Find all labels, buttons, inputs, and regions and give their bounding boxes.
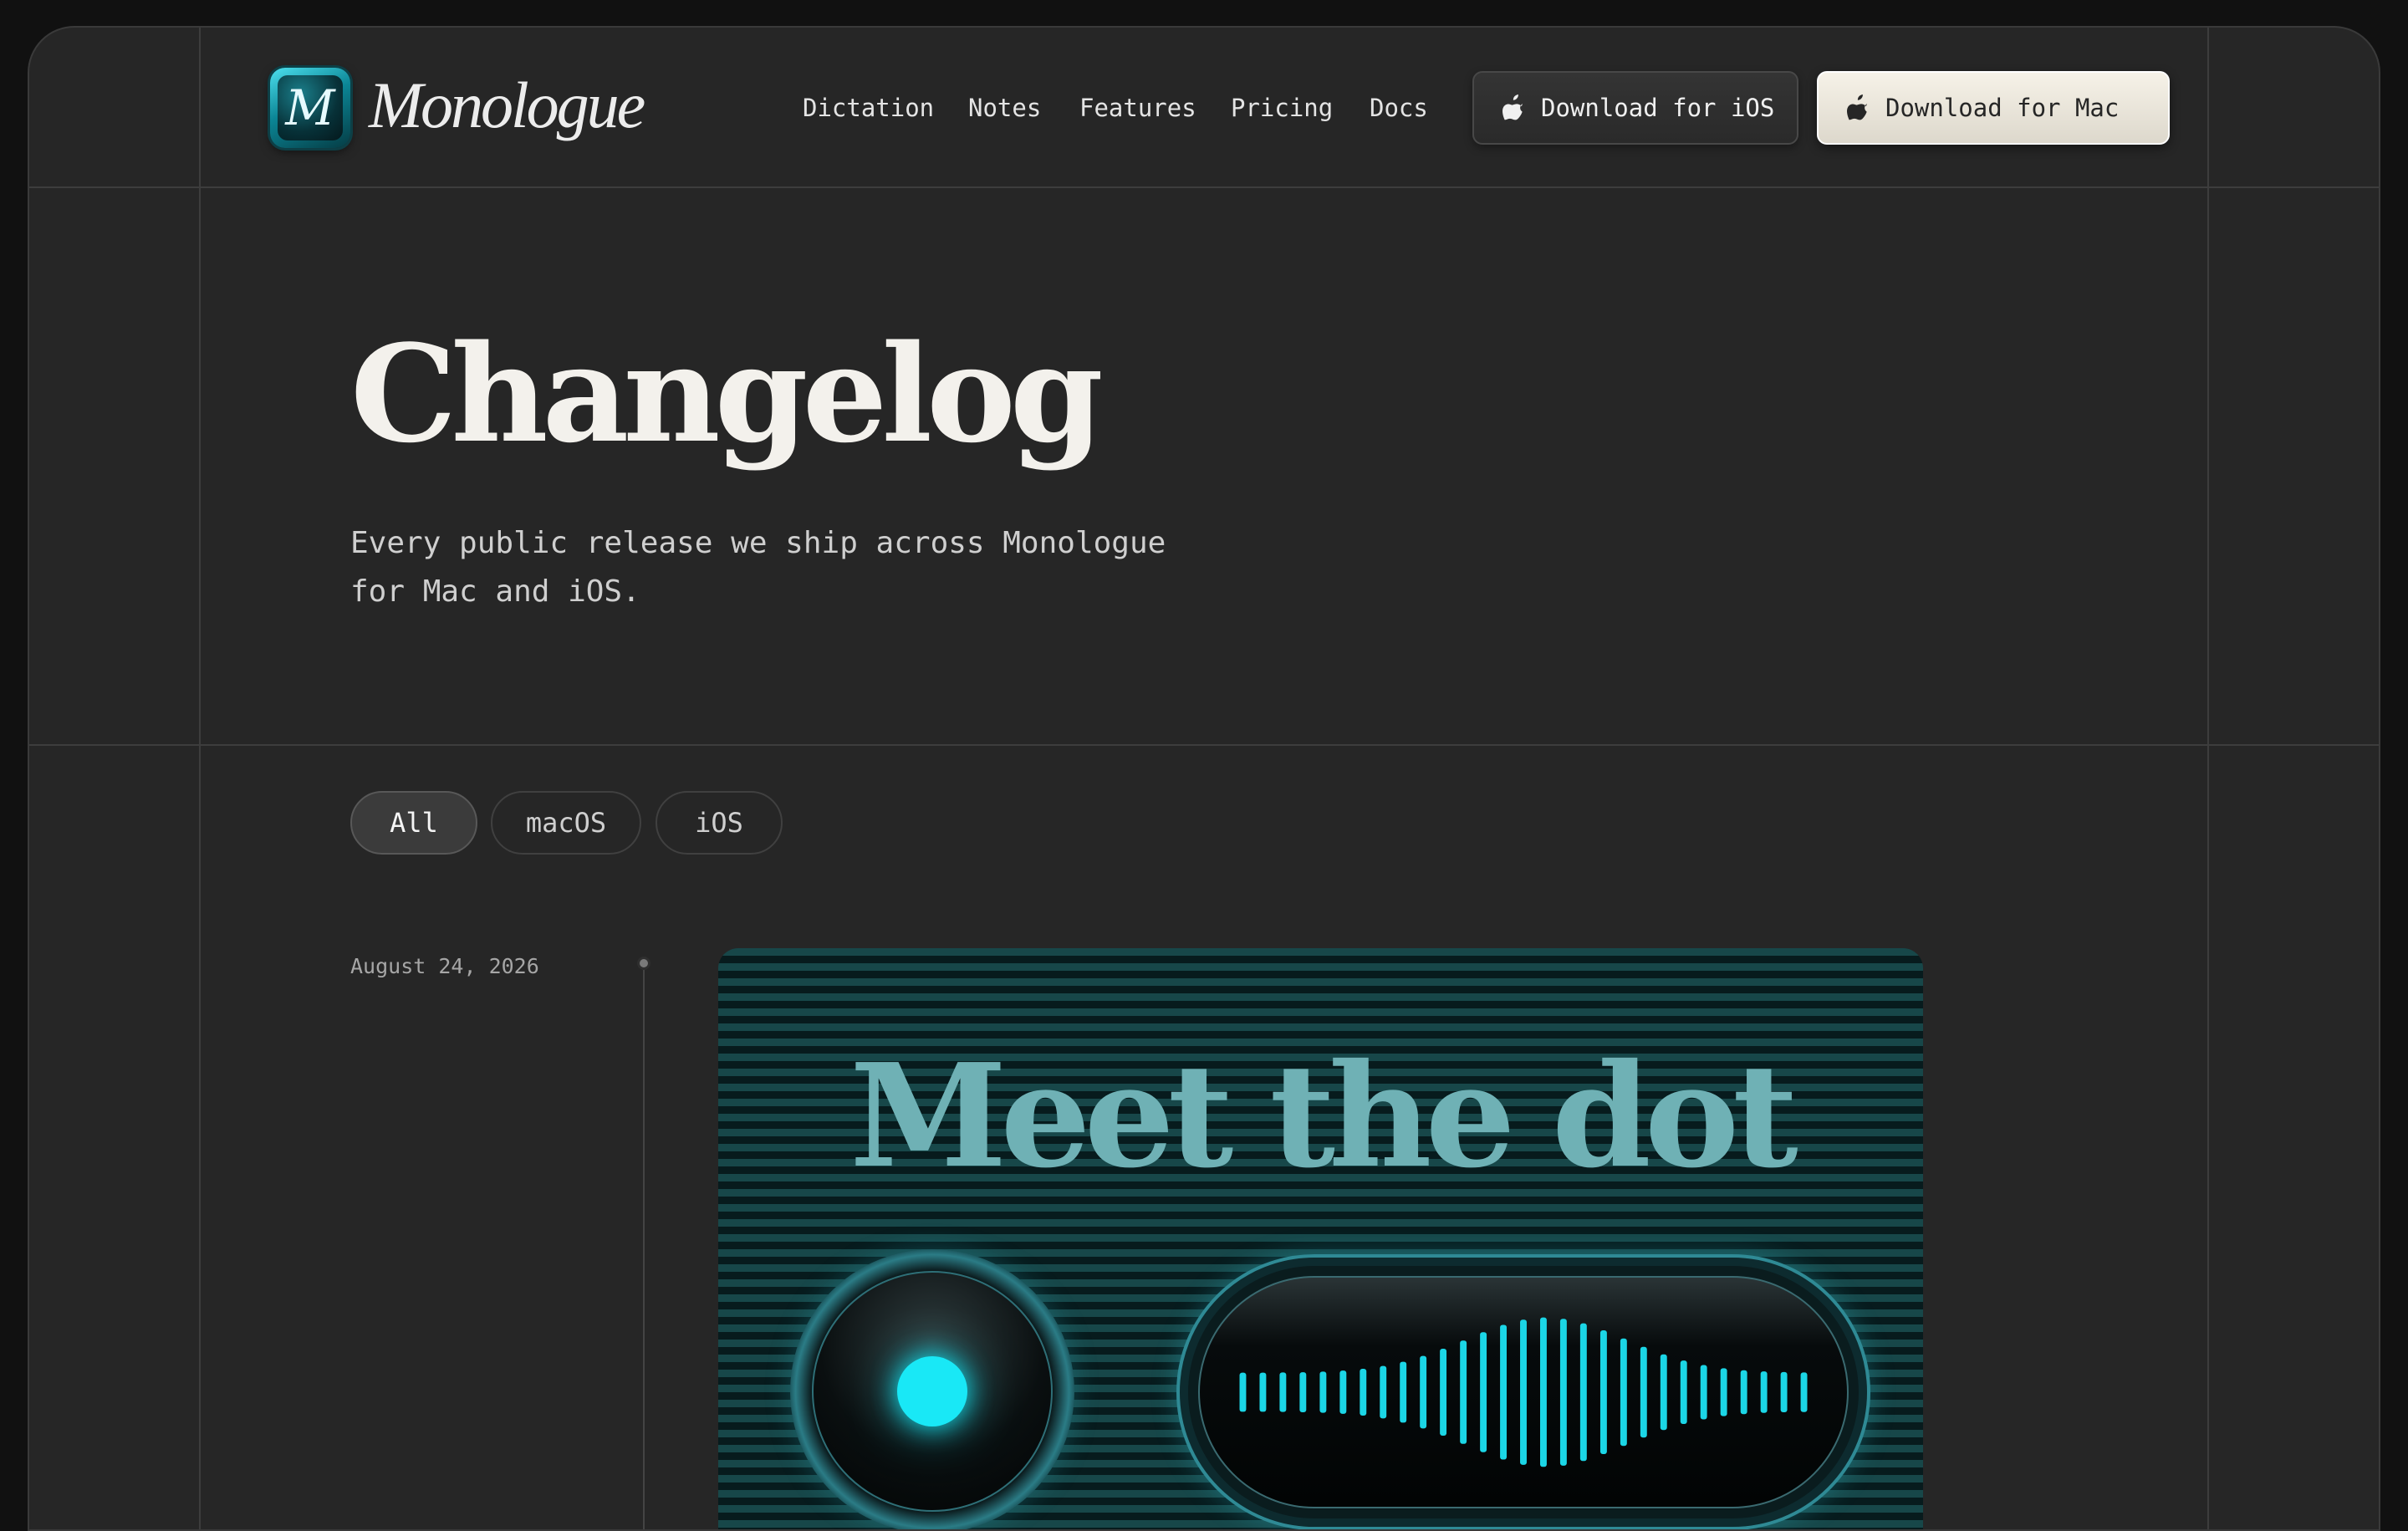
waveform-bar — [1800, 1372, 1808, 1412]
waveform-bar — [1620, 1338, 1627, 1447]
download-ios-label: Download for iOS — [1541, 94, 1775, 122]
download-ios-button[interactable]: Download for iOS — [1472, 71, 1798, 145]
waveform-bar — [1539, 1317, 1547, 1467]
waveform-bar — [1720, 1368, 1727, 1416]
brand-name[interactable]: Monologue — [369, 69, 645, 141]
waveform-bar — [1400, 1361, 1407, 1423]
waveform-bar — [1279, 1372, 1287, 1412]
record-dot-graphic — [790, 1249, 1074, 1529]
hero-divider — [29, 744, 2379, 746]
waveform-bar — [1599, 1329, 1607, 1455]
dot-icon — [897, 1356, 967, 1426]
waveform-bar — [1299, 1372, 1307, 1412]
waveform-bar — [1440, 1349, 1447, 1436]
nav-link-pricing[interactable]: Pricing — [1231, 91, 1333, 125]
filter-all[interactable]: All — [350, 791, 477, 855]
download-mac-button[interactable]: Download for Mac — [1817, 71, 2170, 145]
waveform-bar — [1460, 1340, 1467, 1444]
page-frame: M Monologue Dictation Notes Features Pri… — [28, 26, 2380, 1531]
waveform-bar — [1579, 1323, 1587, 1462]
waveform-bar — [1339, 1370, 1347, 1414]
waveform-bar — [1500, 1324, 1508, 1460]
waveform-graphic — [1176, 1254, 1870, 1529]
download-mac-label: Download for Mac — [1885, 94, 2120, 122]
apple-icon — [1847, 94, 1867, 120]
apple-icon — [1502, 94, 1523, 120]
record-dot-bezel — [812, 1271, 1053, 1512]
nav-link-dictation[interactable]: Dictation — [803, 91, 934, 125]
grid-line-left — [199, 28, 201, 1529]
waveform-bar — [1480, 1332, 1487, 1452]
nav-link-docs[interactable]: Docs — [1370, 91, 1428, 125]
entry-date: August 24, 2026 — [350, 954, 539, 978]
nav-link-features[interactable]: Features — [1079, 91, 1196, 125]
timeline-line — [643, 964, 645, 1529]
release-hero-image[interactable]: Meet the dot — [718, 948, 1923, 1529]
waveform-bar — [1360, 1369, 1367, 1416]
waveform-bar — [1319, 1371, 1327, 1413]
waveform-bar — [1660, 1354, 1667, 1431]
waveform-bar — [1420, 1355, 1427, 1429]
waveform-bar — [1740, 1370, 1747, 1415]
waveform-icon — [1239, 1317, 1808, 1467]
waveform-bar — [1380, 1365, 1387, 1419]
waveform-bar — [1559, 1319, 1567, 1466]
release-image-title: Meet the dot — [849, 1033, 1798, 1200]
waveform-bar — [1640, 1346, 1647, 1438]
waveform-bar — [1780, 1371, 1788, 1412]
grid-line-right — [2207, 28, 2209, 1529]
logo-icon[interactable]: M — [270, 68, 350, 148]
waveform-bar — [1700, 1365, 1707, 1420]
page-title: Changelog — [350, 315, 1104, 472]
waveform-bar — [1520, 1319, 1527, 1465]
waveform-bar — [1239, 1372, 1247, 1412]
waveform-bar — [1760, 1371, 1768, 1413]
waveform-bar — [1680, 1360, 1687, 1424]
header-divider — [29, 186, 2379, 188]
waveform-bezel — [1198, 1276, 1849, 1508]
filter-ios[interactable]: iOS — [656, 791, 783, 855]
filter-macos[interactable]: macOS — [491, 791, 641, 855]
timeline-dot — [637, 957, 650, 970]
nav-link-notes[interactable]: Notes — [968, 91, 1041, 125]
waveform-bar — [1259, 1372, 1267, 1412]
page-subtitle: Every public release we ship across Mono… — [350, 526, 1166, 609]
logo-letter: M — [278, 75, 343, 140]
